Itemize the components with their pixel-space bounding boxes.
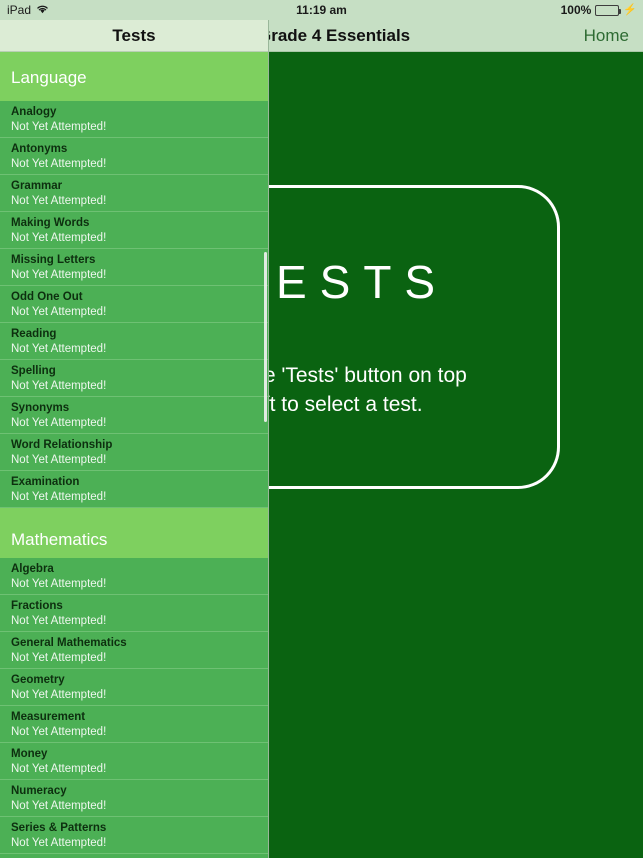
test-row[interactable]: StatisticsNot Yet Attempted!: [0, 854, 268, 858]
section-header-label: Mathematics: [11, 530, 108, 549]
test-status: Not Yet Attempted!: [11, 417, 107, 429]
test-row[interactable]: Money Not Yet Attempted!: [0, 743, 268, 780]
battery-cap: [619, 8, 622, 14]
detail-instruction-line-2: left to select a test.: [247, 393, 423, 416]
test-name: Odd One Out: [11, 291, 83, 303]
test-status: Not Yet Attempted!: [11, 158, 107, 170]
test-status: Not Yet Attempted!: [11, 269, 107, 281]
sidebar-navigation-bar: Tests: [0, 20, 268, 52]
test-name: Fractions: [11, 600, 63, 612]
test-row[interactable]: Fractions Not Yet Attempted!: [0, 595, 268, 632]
test-row[interactable]: Algebra Not Yet Attempted!: [0, 558, 268, 595]
test-name: Geometry: [11, 674, 65, 686]
test-status: Not Yet Attempted!: [11, 195, 107, 207]
test-status: Not Yet Attempted!: [11, 800, 107, 812]
test-row[interactable]: Odd One Out Not Yet Attempted!: [0, 286, 268, 323]
test-row[interactable]: Reading Not Yet Attempted!: [0, 323, 268, 360]
test-status: Not Yet Attempted!: [11, 454, 107, 466]
test-row[interactable]: Spelling Not Yet Attempted!: [0, 360, 268, 397]
test-name: Analogy: [11, 106, 57, 118]
test-name: Making Words: [11, 217, 90, 229]
test-name: Algebra: [11, 563, 54, 575]
test-name: Grammar: [11, 180, 63, 192]
test-status: Not Yet Attempted!: [11, 763, 107, 775]
test-name: Numeracy: [11, 785, 67, 797]
section-header-language: Language: [0, 52, 268, 101]
battery-percent-label: 100%: [560, 3, 592, 17]
test-row[interactable]: Missing Letters Not Yet Attempted!: [0, 249, 268, 286]
test-status: Not Yet Attempted!: [11, 578, 107, 590]
test-status: Not Yet Attempted!: [11, 380, 107, 392]
test-row[interactable]: Antonyms Not Yet Attempted!: [0, 138, 268, 175]
tests-sidebar[interactable]: Tests Language Analogy Not Yet Attempted! A…: [0, 0, 269, 858]
test-status: Not Yet Attempted!: [11, 343, 107, 355]
test-status: Not Yet Attempted!: [11, 306, 107, 318]
test-status: Not Yet Attempted!: [11, 615, 107, 627]
section-header-mathematics: Mathematics: [0, 508, 268, 558]
test-status: Not Yet Attempted!: [11, 652, 107, 664]
status-bar-clock: 11:19 am: [296, 3, 347, 17]
test-status: Not Yet Attempted!: [11, 837, 107, 849]
lightning-bolt-icon: ⚡: [623, 3, 637, 16]
test-row[interactable]: Geometry Not Yet Attempted!: [0, 669, 268, 706]
test-name: Spelling: [11, 365, 56, 377]
test-status: Not Yet Attempted!: [11, 232, 107, 244]
test-status: Not Yet Attempted!: [11, 726, 107, 738]
status-bar: iPad 11:19 am 100% ⚡: [0, 0, 643, 20]
test-name: Synonyms: [11, 402, 70, 414]
test-name: Examination: [11, 476, 80, 488]
test-name: Word Relationship: [11, 439, 113, 451]
test-row[interactable]: Synonyms Not Yet Attempted!: [0, 397, 268, 434]
test-row[interactable]: General Mathematics Not Yet Attempted!: [0, 632, 268, 669]
test-name: Missing Letters: [11, 254, 96, 266]
battery-icon: [595, 4, 622, 16]
ipad-app-window: TESTS Use the 'Tests' button on top left…: [0, 0, 643, 858]
test-name: General Mathematics: [11, 637, 127, 649]
test-name: Series & Patterns: [11, 822, 107, 834]
status-bar-right: 100% ⚡: [561, 3, 637, 17]
test-name: Measurement: [11, 711, 86, 723]
test-row[interactable]: Making Words Not Yet Attempted!: [0, 212, 268, 249]
test-name: Reading: [11, 328, 57, 340]
test-row[interactable]: Grammar Not Yet Attempted!: [0, 175, 268, 212]
test-row[interactable]: Measurement Not Yet Attempted!: [0, 706, 268, 743]
tests-list[interactable]: Language Analogy Not Yet Attempted! Antonym…: [0, 52, 268, 858]
home-button[interactable]: Home: [584, 20, 629, 52]
sidebar-title: Tests: [112, 25, 156, 45]
test-status: Not Yet Attempted!: [11, 491, 107, 503]
test-row[interactable]: Examination Not Yet Attempted!: [0, 471, 268, 508]
test-name: Money: [11, 748, 48, 760]
test-row[interactable]: Numeracy Not Yet Attempted!: [0, 780, 268, 817]
test-name: Antonyms: [11, 143, 68, 155]
test-status: Not Yet Attempted!: [11, 121, 107, 133]
test-status: Not Yet Attempted!: [11, 689, 107, 701]
test-row[interactable]: Series & Patterns Not Yet Attempted!: [0, 817, 268, 854]
test-row[interactable]: Analogy Not Yet Attempted!: [0, 101, 268, 138]
test-row[interactable]: Word Relationship Not Yet Attempted!: [0, 434, 268, 471]
section-header-label: Language: [11, 67, 87, 87]
scrollbar-indicator[interactable]: [264, 252, 267, 422]
